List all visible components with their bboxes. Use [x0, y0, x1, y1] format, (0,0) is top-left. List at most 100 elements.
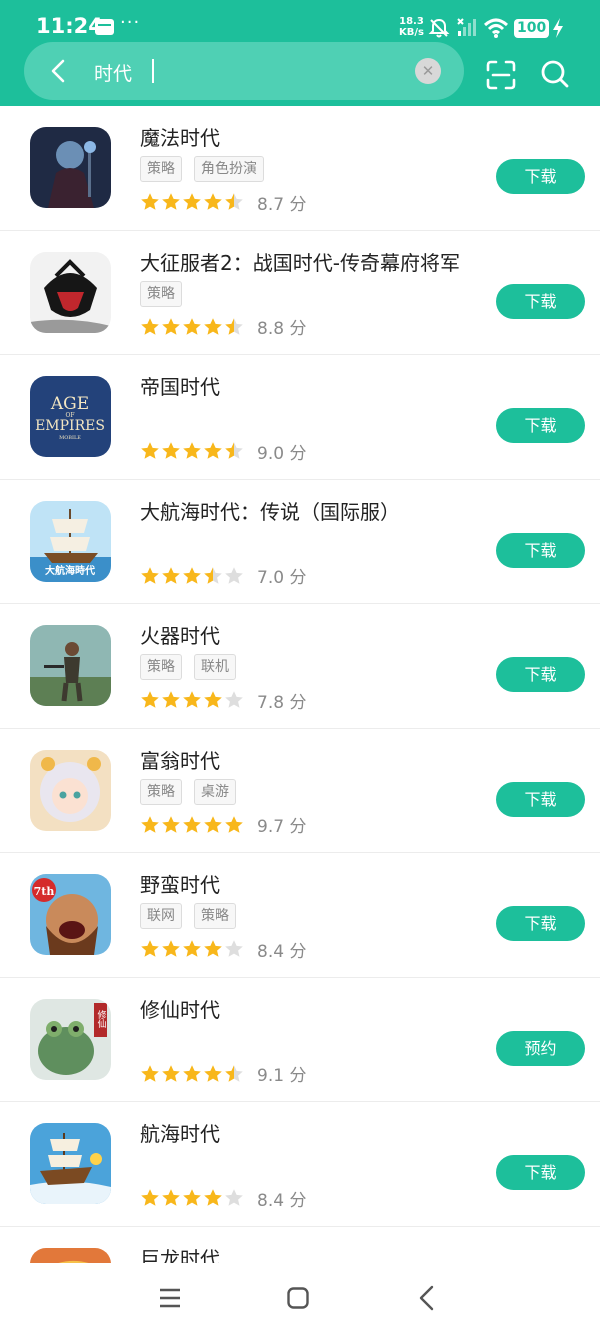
download-button[interactable]: 下载	[496, 906, 585, 941]
download-button[interactable]: 下载	[496, 532, 585, 568]
search-input[interactable]: 时代	[94, 59, 132, 86]
star-full-icon	[183, 1189, 201, 1206]
status-bar: 11:24 ··· 18.3 KB/s 100	[0, 0, 600, 44]
star-half-icon	[225, 1064, 243, 1082]
star-rating: 8.8 分	[140, 316, 306, 339]
result-row[interactable]: 大征服者2：战国时代-传奇幕府将军 策略 8.8 分 下载	[0, 231, 600, 355]
star-rating: 8.7 分	[140, 191, 306, 215]
rating-score: 7.8 分	[257, 692, 307, 713]
back-arrow-icon[interactable]	[44, 56, 74, 86]
rating-score: 9.1 分	[257, 1066, 307, 1086]
back-icon[interactable]	[415, 1285, 439, 1311]
result-row[interactable]: 富翁时代策略 桌游 9.7 分 下载	[0, 729, 600, 853]
cell-signal-icon	[457, 18, 476, 36]
toad-app-icon: 修仙	[30, 998, 111, 1080]
star-full-icon	[141, 193, 159, 210]
app-name[interactable]: 大征服者2：战国时代-传奇幕府将军	[140, 247, 460, 276]
star-full-icon	[183, 317, 201, 335]
download-button[interactable]: 下载	[496, 408, 585, 443]
barbarian-app-icon: 7th	[30, 874, 111, 955]
download-button[interactable]: 下载	[496, 781, 585, 817]
samurai-helmet-app-icon	[30, 251, 111, 333]
rating-score: 9.0 分	[257, 443, 307, 464]
charging-bolt-icon	[553, 18, 563, 38]
app-name[interactable]: 魔法时代	[140, 122, 220, 151]
app-icon[interactable]	[30, 625, 111, 706]
network-speed: 18.3 KB/s	[399, 16, 424, 38]
star-full-icon	[141, 566, 159, 584]
result-row[interactable]: 修仙 修仙时代 9.1 分 预约	[0, 978, 600, 1102]
app-name[interactable]: 大航海时代：传说（国际服）	[140, 496, 400, 525]
tag-list: 策略 桌游	[140, 778, 248, 805]
star-full-icon	[183, 193, 201, 210]
reserve-button[interactable]: 预约	[496, 1030, 585, 1066]
star-rating: 8.4 分	[140, 938, 307, 962]
search-icon[interactable]	[538, 57, 572, 91]
download-button[interactable]: 下载	[496, 283, 585, 319]
app-icon[interactable]	[30, 749, 111, 831]
category-tag: 桌游	[194, 778, 236, 805]
star-full-icon	[225, 815, 243, 833]
top-header: 11:24 ··· 18.3 KB/s 100 时代 ✕	[0, 0, 600, 106]
app-icon[interactable]	[30, 1123, 111, 1204]
star-full-icon	[162, 442, 180, 459]
star-full-icon	[162, 691, 180, 708]
app-icon[interactable]	[30, 127, 111, 208]
app-icon[interactable]: 7th	[30, 874, 111, 955]
result-row[interactable]: 魔法时代 策略 角色扮演 8.7 分 下载	[0, 106, 600, 231]
app-name[interactable]: 富翁时代	[140, 745, 220, 774]
card-notification-icon	[95, 19, 114, 35]
tag-list: 联网 策略	[140, 903, 248, 929]
star-full-icon	[204, 815, 222, 833]
recent-apps-icon[interactable]	[158, 1286, 182, 1310]
star-full-icon	[162, 317, 180, 335]
clear-search-button[interactable]: ✕	[415, 58, 441, 84]
star-full-icon	[204, 1064, 222, 1082]
category-tag: 策略	[140, 156, 182, 182]
search-results-list[interactable]: 魔法时代 策略 角色扮演 8.7 分下载 大征服者2：战国时代-传奇幕府将军 策略 8.8 …	[0, 106, 600, 1263]
bell-muted-icon	[428, 18, 450, 38]
result-row[interactable]: AGE OF EMPIRES MOBILE 帝国时代 9.0 分 下载	[0, 355, 600, 480]
download-button[interactable]: 下载	[496, 1155, 585, 1190]
result-row[interactable]: 7th 野蛮时代联网 策略 8.4 分 下载	[0, 853, 600, 978]
dragon-app-icon	[30, 1247, 111, 1263]
network-speed-unit: KB/s	[399, 27, 424, 38]
result-row[interactable]: 大航海時代 大航海时代：传说（国际服） 7.0 分 下载	[0, 480, 600, 604]
star-rating: 9.1 分	[140, 1063, 307, 1086]
star-full-icon	[141, 691, 159, 708]
app-name[interactable]: 野蛮时代	[140, 869, 220, 898]
star-full-icon	[162, 1189, 180, 1206]
system-navigation-bar	[0, 1263, 600, 1333]
app-name[interactable]: 航海时代	[140, 1118, 220, 1147]
star-full-icon	[141, 1189, 159, 1206]
app-icon[interactable]: 修仙	[30, 998, 111, 1080]
result-row[interactable]: 火器时代 策略 联机 7.8 分 下载	[0, 604, 600, 729]
app-name[interactable]: 巨龙时代	[140, 1243, 220, 1264]
star-full-icon	[162, 193, 180, 210]
home-icon[interactable]	[286, 1286, 310, 1310]
star-full-icon	[141, 317, 159, 335]
soldier-app-icon	[30, 625, 111, 706]
download-button[interactable]: 下载	[496, 159, 585, 194]
category-tag: 联网	[140, 903, 182, 929]
download-button[interactable]: 下载	[496, 657, 585, 692]
app-icon[interactable]: 大航海時代	[30, 500, 111, 582]
star-rating: 8.4 分	[140, 1187, 306, 1211]
age-of-empires-app-icon: AGEOFEMPIRESMOBILE	[30, 376, 111, 457]
result-row[interactable]: 航海时代 8.4 分 下载	[0, 1102, 600, 1227]
result-row[interactable]: 巨龙时代	[0, 1227, 600, 1264]
app-name[interactable]: 修仙时代	[140, 994, 220, 1023]
star-empty-icon	[225, 566, 243, 584]
app-name[interactable]: 帝国时代	[140, 371, 220, 400]
search-bar[interactable]: 时代 ✕	[24, 42, 464, 100]
star-full-icon	[162, 815, 180, 833]
star-full-icon	[183, 940, 201, 957]
app-icon[interactable]	[30, 1247, 111, 1263]
scan-icon[interactable]	[484, 58, 518, 92]
rating-score: 8.4 分	[257, 941, 307, 962]
app-name[interactable]: 火器时代	[140, 620, 220, 649]
sailing-ship-app-icon: 大航海時代	[30, 500, 111, 582]
star-rating: 9.7 分	[140, 814, 306, 837]
app-icon[interactable]: AGE OF EMPIRES MOBILE	[30, 376, 111, 457]
app-icon[interactable]	[30, 251, 111, 333]
